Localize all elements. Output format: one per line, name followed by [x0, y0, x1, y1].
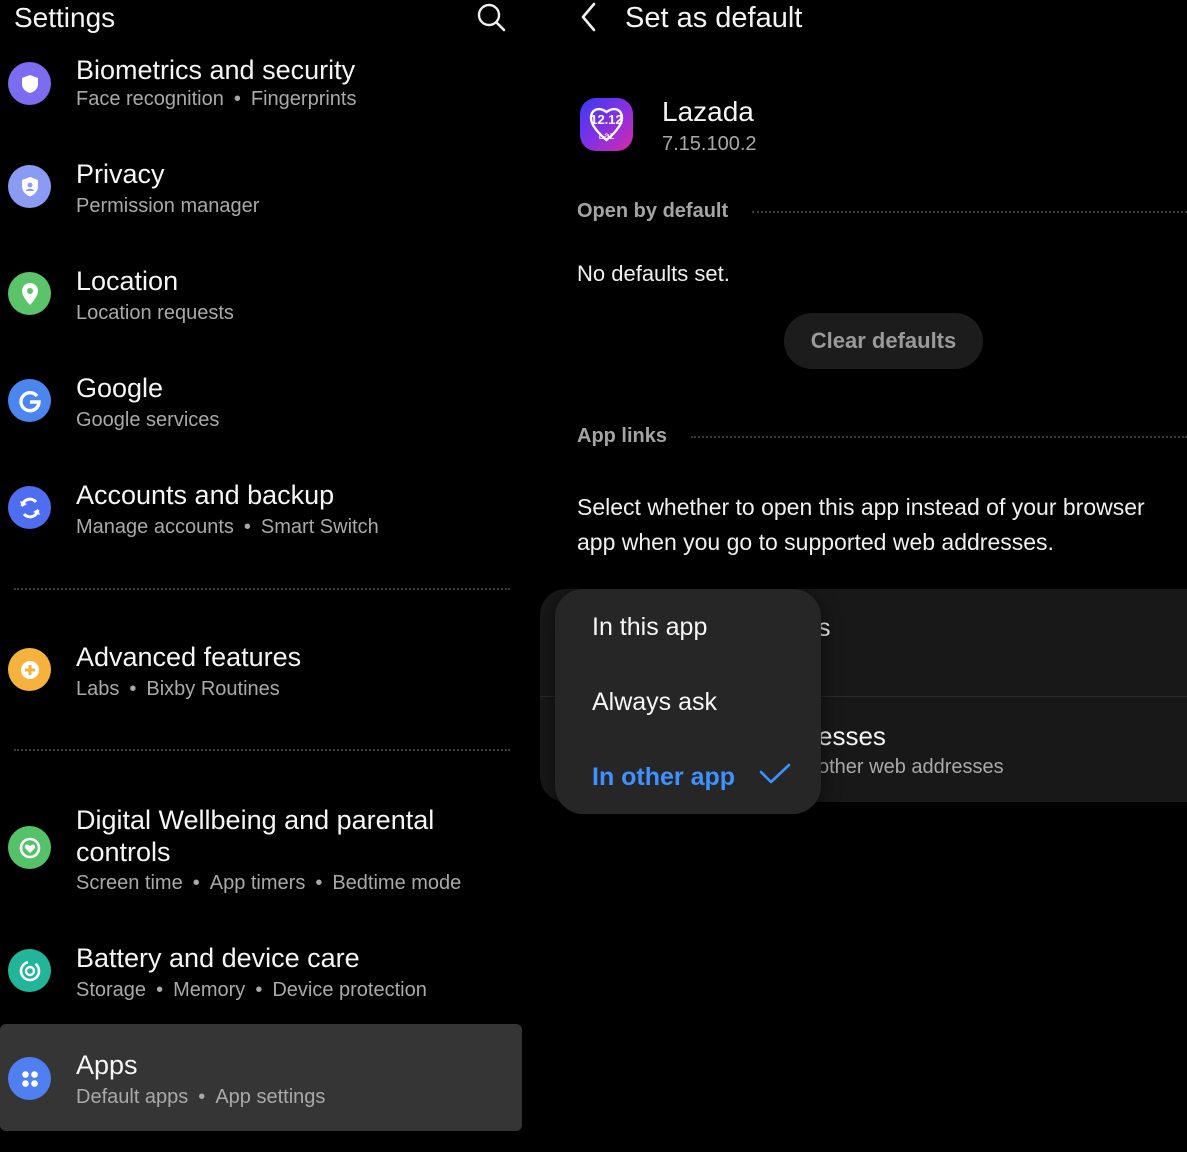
settings-item-advanced-features[interactable]: Advanced features Labs • Bixby Routines	[0, 629, 522, 715]
wellbeing-heart-icon	[8, 826, 51, 869]
page-title: Set as default	[625, 2, 803, 34]
gear-plus-icon	[8, 648, 51, 691]
row-subtitle: Location requests	[76, 300, 234, 326]
row-sub-item: Bixby Routines	[146, 678, 280, 700]
row-subtitle: Permission manager	[76, 193, 259, 219]
row-sub-item: Google services	[76, 409, 220, 431]
row-title-line2: controls	[76, 837, 171, 867]
row-subtitle: Google services	[76, 407, 219, 433]
supported-web-addresses-row[interactable]: esses	[818, 721, 886, 752]
settings-item-battery-device-care[interactable]: Battery and device care Storage • Memory • D…	[0, 930, 522, 1016]
row-subtitle: Screen time • App timers • Bedtime mode	[76, 872, 462, 894]
row-sub-item: Bedtime mode	[332, 872, 462, 894]
row-subtitle: Face recognition • Fingerprints	[76, 88, 357, 110]
open-links-dropdown: In this app Always ask In other app	[555, 589, 821, 814]
google-g-icon	[8, 379, 51, 422]
row-title: Privacy	[76, 159, 165, 189]
clear-defaults-button[interactable]: Clear defaults	[784, 313, 983, 369]
settings-header: Settings	[0, 0, 530, 52]
row-sub-item: Fingerprints	[250, 88, 357, 110]
page-title: Settings	[14, 2, 116, 33]
row-title: Advanced features	[76, 642, 302, 672]
section-divider	[691, 436, 1187, 438]
section-divider	[752, 211, 1187, 213]
row-sub-item: Manage accounts	[76, 516, 234, 538]
settings-pane: Biometrics and security Face recognition…	[0, 0, 530, 1152]
option-always-ask[interactable]: Always ask	[592, 688, 717, 717]
shield-icon	[8, 62, 51, 105]
apps-grid-icon	[8, 1057, 51, 1100]
row-title: Biometrics and security	[76, 55, 356, 85]
row-subtitle: Labs • Bixby Routines	[76, 678, 280, 700]
row-sub-item: Storage	[76, 979, 147, 1001]
row-sub-item: App settings	[215, 1086, 326, 1108]
row-sub-item: Device protection	[272, 979, 427, 1001]
row-sub-item: Location requests	[76, 302, 234, 324]
checkmark-icon	[759, 763, 791, 784]
row-sub-item: Memory	[173, 979, 246, 1001]
no-defaults-text: No defaults set.	[577, 261, 730, 286]
app-icon-text: 12.12	[590, 112, 623, 127]
app-links-label: App links	[577, 425, 668, 447]
app-links-description: Select whether to open this app instead …	[577, 494, 1145, 555]
app-name: Lazada	[662, 96, 754, 127]
row-subtitle: Storage • Memory • Device protection	[76, 979, 427, 1001]
row-title: Apps	[76, 1050, 138, 1080]
back-arrow-icon[interactable]	[574, 0, 604, 34]
option-in-other-app[interactable]: In other app	[592, 763, 735, 792]
row-sub-item: Permission manager	[76, 195, 260, 217]
row-title: Accounts and backup	[76, 480, 335, 510]
app-icon-text: Laz	[598, 131, 614, 142]
open-by-default-label: Open by default	[577, 200, 729, 222]
privacy-shield-icon	[8, 165, 51, 208]
set-as-default-pane: Set as default 12.12 Laz Lazada 7.15.100…	[540, 0, 1187, 1152]
settings-item-accounts-backup[interactable]: Accounts and backup Manage accounts • Smar…	[0, 467, 522, 553]
row-sub-item: Labs	[76, 678, 120, 700]
app-version: 7.15.100.2	[662, 133, 757, 155]
device-care-icon	[8, 949, 51, 992]
row-title: Battery and device care	[76, 943, 360, 973]
section-divider	[14, 749, 510, 751]
row-subtitle: Default apps • App settings	[76, 1086, 326, 1108]
settings-item-privacy[interactable]: Privacy Permission manager	[0, 146, 522, 232]
settings-item-location[interactable]: Location Location requests	[0, 253, 522, 339]
section-divider	[14, 588, 510, 590]
row-title: Digital Wellbeing and parental	[76, 805, 435, 835]
lazada-app-icon: 12.12 Laz	[580, 98, 633, 151]
settings-item-biometrics[interactable]: Biometrics and security Face recognition…	[0, 40, 522, 126]
row-title: Location	[76, 266, 179, 296]
settings-item-google[interactable]: Google Google services	[0, 360, 522, 446]
sync-icon	[8, 486, 51, 529]
row-sub-item: Default apps	[76, 1086, 189, 1108]
search-icon[interactable]	[474, 0, 508, 34]
row-sub-item: App timers	[209, 872, 306, 894]
row-sub-item: Smart Switch	[260, 516, 379, 538]
row-sub-item: Face recognition	[76, 88, 224, 110]
settings-item-apps[interactable]: Apps Default apps • App settings	[0, 1024, 522, 1131]
row-subtitle: Manage accounts • Smart Switch	[76, 516, 379, 538]
supported-web-addresses-sub: other web addresses	[818, 756, 1004, 778]
row-title: Google	[76, 373, 164, 403]
location-pin-icon	[8, 272, 51, 315]
settings-item-digital-wellbeing[interactable]: Digital Wellbeing and parental controls …	[0, 792, 522, 908]
option-in-this-app[interactable]: In this app	[592, 613, 707, 642]
row-sub-item: Screen time	[76, 872, 183, 894]
